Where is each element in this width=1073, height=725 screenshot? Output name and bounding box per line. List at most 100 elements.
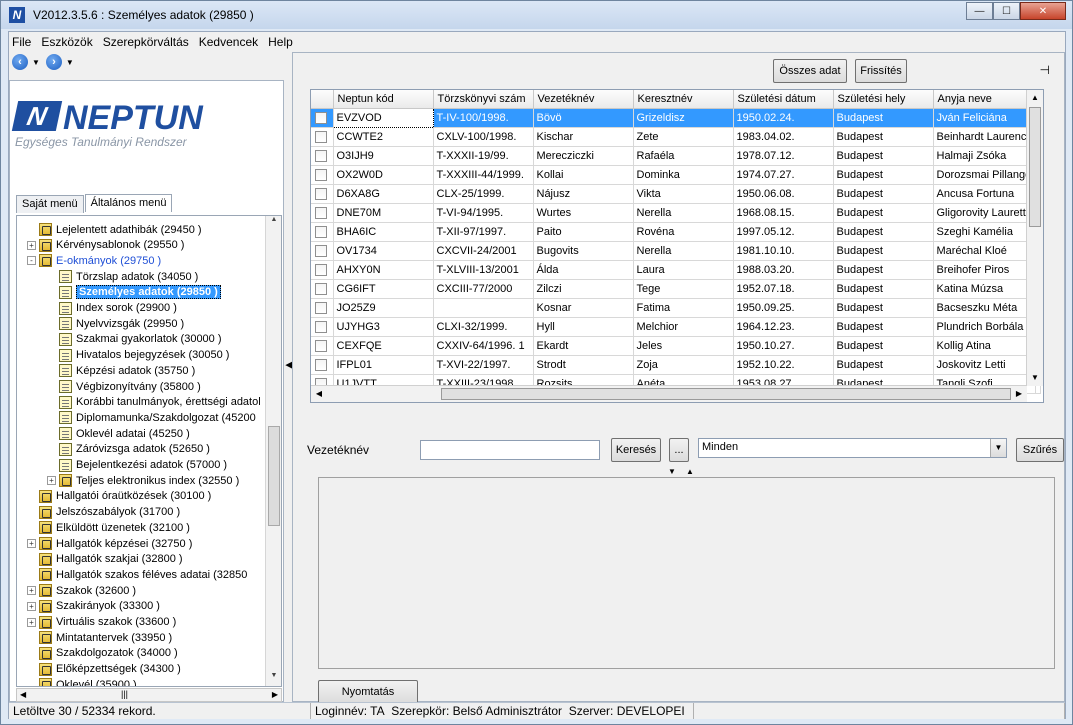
expand-icon[interactable]: +: [47, 476, 56, 486]
tree-item[interactable]: Szakdolgozatok (34000 ): [27, 646, 178, 661]
tree-item[interactable]: Végbizonyítvány (35800 ): [47, 379, 201, 394]
tree-item[interactable]: Korábbi tanulmányok, érettségi adatol: [47, 395, 261, 410]
collapse-down-icon[interactable]: ▼: [663, 467, 681, 476]
grid-column-header[interactable]: Keresztnév: [633, 90, 734, 109]
table-row[interactable]: UJYHG3 CLXI-32/1999. Hyll Melchior 1964.12.2…: [311, 317, 1041, 337]
close-button[interactable]: ✕: [1020, 2, 1066, 20]
expand-icon[interactable]: +: [27, 539, 36, 548]
expand-up-icon[interactable]: ▲: [681, 467, 699, 476]
scroll-left-icon[interactable]: ◀: [20, 690, 26, 699]
tree-item[interactable]: Jelszószabályok (31700 ): [27, 505, 180, 520]
tree-item[interactable]: Előképzettségek (34300 ): [27, 662, 181, 677]
pin-icon[interactable]: ⊣: [1040, 63, 1050, 77]
tree-item[interactable]: + Szakirányok (33300 ): [27, 599, 160, 614]
menu-file[interactable]: File: [12, 35, 31, 49]
table-row[interactable]: OV1734 CXCVII-24/2001 Bugovits Nerella 1981.…: [311, 241, 1041, 261]
tree-item[interactable]: Hallgatók szakos féléves adatai (32850: [27, 567, 247, 582]
grid-vertical-scrollbar[interactable]: ▲ ▼: [1026, 90, 1043, 386]
tree-item[interactable]: Személyes adatok (29850 ): [47, 285, 221, 300]
grid-column-header[interactable]: Születési hely: [833, 90, 934, 109]
row-checkbox[interactable]: [315, 301, 327, 314]
tree-item[interactable]: Oklevél adatai (45250 ): [47, 426, 190, 441]
table-row[interactable]: OX2W0D T-XXXIII-44/1999. Kollai Dominka 1974…: [311, 165, 1041, 185]
row-checkbox[interactable]: [315, 263, 327, 276]
tree-vertical-scrollbar[interactable]: ▲ ▼: [265, 216, 281, 686]
tree-item[interactable]: Hallgatói óraütközések (30100 ): [27, 489, 211, 504]
table-row[interactable]: O3IJH9 T-XXXII-19/99. Merecziczki Rafaéla 19…: [311, 146, 1041, 166]
forward-dropdown-icon[interactable]: ▼: [66, 58, 74, 67]
row-checkbox[interactable]: [315, 225, 327, 238]
collapse-icon[interactable]: -: [27, 256, 36, 266]
tree-item[interactable]: Szakmai gyakorlatok (30000 ): [47, 332, 222, 347]
grid-scroll-left-icon[interactable]: ◀: [311, 386, 327, 402]
row-checkbox[interactable]: [315, 187, 327, 200]
table-row[interactable]: BHA6IC T-XII-97/1997. Paito Rovéna 1997.05.1…: [311, 222, 1041, 242]
grid-column-header[interactable]: Törzskönyvi szám: [433, 90, 534, 109]
lastname-filter-input[interactable]: [420, 440, 600, 460]
table-row[interactable]: D6XA8G CLX-25/1999. Nájusz Vikta 1950.06.08.…: [311, 184, 1041, 204]
table-row[interactable]: JO25Z9 Kosnar Fatima 1950.09.25. Budapest Bac…: [311, 298, 1041, 318]
table-row[interactable]: CCWTE2 CXLV-100/1998. Kischar Zete 1983.04.0…: [311, 127, 1041, 147]
tree-item[interactable]: + Teljes elektronikus index (32550 ): [47, 473, 239, 488]
search-button[interactable]: Keresés: [611, 438, 661, 462]
scroll-up-icon[interactable]: ▲: [266, 216, 281, 230]
grid-column-header[interactable]: Anyja neve: [933, 90, 1036, 109]
tree-item[interactable]: Elküldött üzenetek (32100 ): [27, 520, 190, 535]
tree-item[interactable]: + Hallgatók képzései (32750 ): [27, 536, 192, 551]
expand-icon[interactable]: +: [27, 601, 36, 611]
table-row[interactable]: CG6IFT CXCIII-77/2000 Zilczi Tege 1952.07.18…: [311, 279, 1041, 299]
table-row[interactable]: CEXFQE CXXIV-64/1996. 1 Ekardt Jeles 1950.10…: [311, 336, 1041, 356]
row-checkbox[interactable]: [315, 244, 327, 257]
scroll-grip-icon[interactable]: |||: [121, 689, 128, 699]
print-button[interactable]: Nyomtatás: [318, 680, 418, 704]
grid-vscroll-thumb[interactable]: [1029, 107, 1041, 227]
tab-general-menu[interactable]: Általános menü: [84, 194, 173, 212]
row-checkbox[interactable]: [315, 206, 327, 219]
chevron-down-icon[interactable]: ▼: [990, 439, 1006, 457]
tree-item[interactable]: + Kérvénysablonok (29550 ): [27, 238, 184, 253]
tree-item[interactable]: Diplomamunka/Szakdolgozat (45200: [47, 410, 256, 425]
filter-mode-select[interactable]: Minden ▼: [698, 438, 1007, 458]
table-row[interactable]: AHXY0N T-XLVIII-13/2001 Álda Laura 1988.03.2…: [311, 260, 1041, 280]
maximize-button[interactable]: ☐: [993, 2, 1020, 20]
grid-hscroll-thumb[interactable]: [441, 388, 1011, 400]
menu-role-switch[interactable]: Szerepkörváltás: [103, 35, 189, 49]
row-checkbox[interactable]: [315, 149, 327, 162]
tree-item[interactable]: Nyelvvizsgák (29950 ): [47, 316, 184, 331]
row-checkbox[interactable]: [315, 282, 327, 295]
tree-item[interactable]: Bejelentkezési adatok (57000 ): [47, 458, 227, 473]
scroll-right-icon[interactable]: ▶: [272, 690, 278, 699]
tree-item[interactable]: Mintatantervek (33950 ): [27, 630, 172, 645]
tree-scroll-thumb[interactable]: [268, 426, 280, 526]
row-checkbox[interactable]: [315, 168, 327, 181]
tab-own-menu[interactable]: Saját menü: [16, 195, 84, 213]
refresh-button[interactable]: Frissítés: [855, 59, 907, 83]
menu-help[interactable]: Help: [268, 35, 293, 49]
back-icon[interactable]: ‹: [12, 54, 28, 70]
all-data-button[interactable]: Összes adat: [773, 59, 847, 83]
scroll-down-icon[interactable]: ▼: [266, 672, 281, 686]
grid-scroll-up-icon[interactable]: ▲: [1027, 90, 1043, 106]
row-checkbox[interactable]: [315, 339, 327, 352]
tree-item[interactable]: + Virtuális szakok (33600 ): [27, 615, 176, 630]
grid-scroll-down-icon[interactable]: ▼: [1027, 370, 1043, 386]
filter-button[interactable]: Szűrés: [1016, 438, 1064, 462]
title-bar[interactable]: N V2012.3.5.6 : Személyes adatok (29850 …: [1, 1, 1072, 29]
tree-item[interactable]: Hivatalos bejegyzések (30050 ): [47, 348, 229, 363]
tree-item[interactable]: - E-okmányok (29750 ): [27, 253, 161, 268]
menu-tools[interactable]: Eszközök: [41, 35, 92, 49]
forward-icon[interactable]: ›: [45, 54, 62, 70]
expand-icon[interactable]: +: [27, 586, 36, 596]
tree-item[interactable]: + Szakok (32600 ): [27, 583, 136, 598]
expand-icon[interactable]: +: [27, 240, 36, 250]
grid-column-header[interactable]: Születési dátum: [733, 90, 834, 109]
tree-item[interactable]: Index sorok (29900 ): [47, 301, 177, 316]
tree-horizontal-scrollbar[interactable]: ◀ ||| ▶: [16, 688, 282, 702]
tree-item[interactable]: Képzési adatok (35750 ): [47, 363, 195, 378]
expand-icon[interactable]: +: [27, 617, 36, 627]
tree-item[interactable]: Hallgatók szakjai (32800 ): [27, 552, 183, 567]
row-checkbox[interactable]: [315, 111, 327, 124]
tree-item[interactable]: Oklevél (35900 ): [27, 677, 137, 686]
row-checkbox[interactable]: [315, 130, 327, 143]
grid-scroll-right-icon[interactable]: ▶: [1011, 386, 1027, 402]
